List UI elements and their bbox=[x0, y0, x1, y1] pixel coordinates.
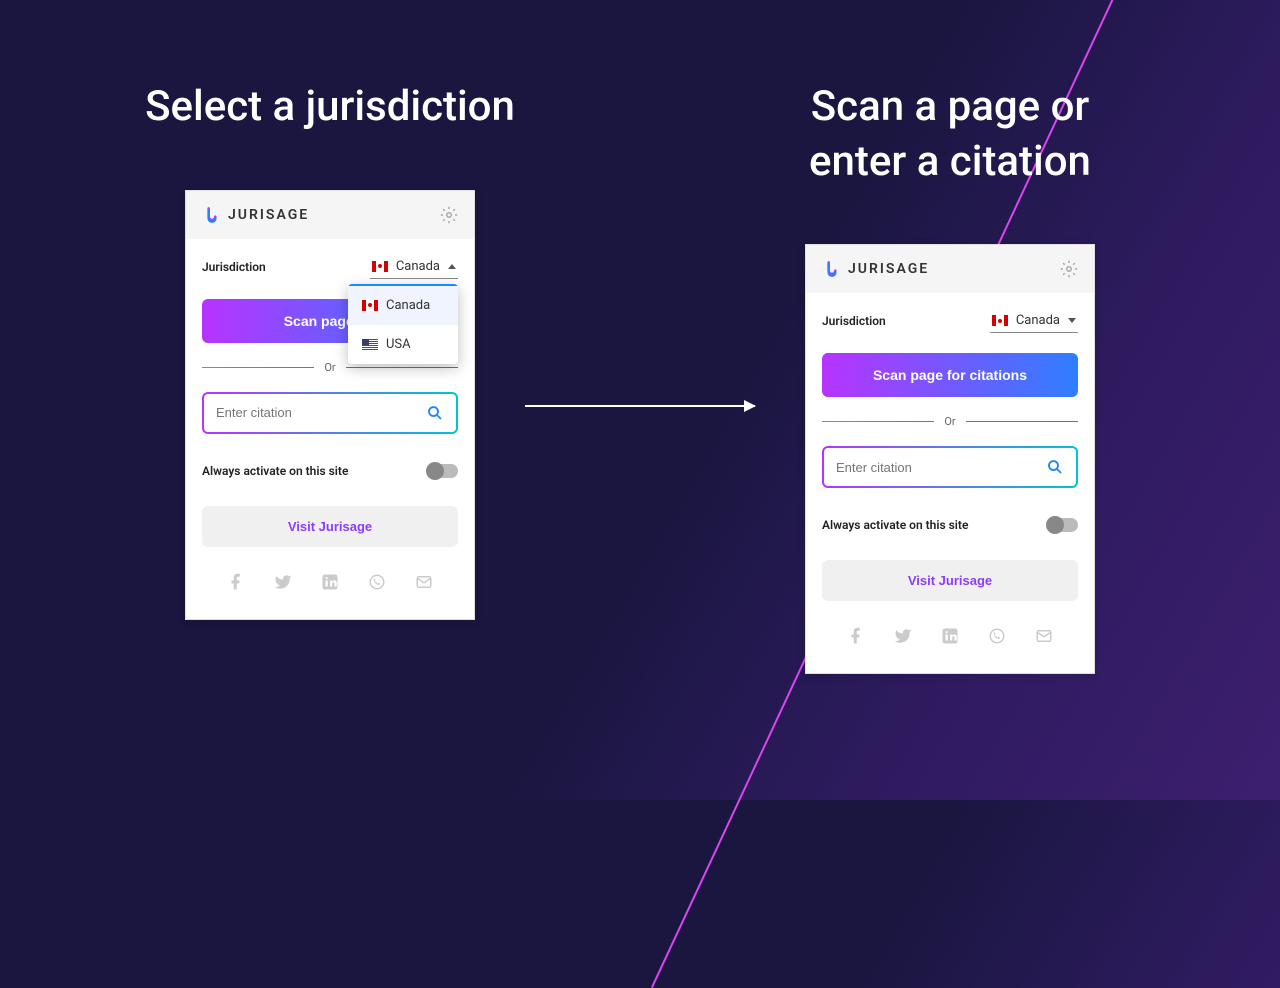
jurisdiction-label: Jurisdiction bbox=[822, 314, 886, 328]
canada-flag-icon bbox=[362, 300, 378, 311]
social-row bbox=[822, 621, 1078, 657]
arrow-icon bbox=[525, 405, 755, 407]
popup-right: JURISAGE Jurisdiction Canada Scan page f… bbox=[805, 244, 1095, 674]
or-label: Or bbox=[324, 361, 335, 374]
always-activate-toggle[interactable] bbox=[1048, 518, 1078, 532]
or-divider: Or bbox=[822, 415, 1078, 428]
jurisdiction-label: Jurisdiction bbox=[202, 260, 266, 274]
facebook-icon[interactable] bbox=[847, 627, 865, 645]
jurisdiction-selected: Canada bbox=[1016, 313, 1060, 328]
dropdown-option-label: USA bbox=[386, 337, 411, 352]
jurisage-logo-icon bbox=[822, 259, 842, 279]
settings-gear-icon[interactable] bbox=[1060, 260, 1078, 278]
left-column: Select a jurisdiction JURISAGE Jurisdict… bbox=[140, 80, 520, 620]
divider-line bbox=[822, 421, 934, 422]
caret-down-icon bbox=[1068, 318, 1076, 323]
right-heading: Scan a page or enter a citation bbox=[760, 80, 1140, 189]
citation-input[interactable] bbox=[836, 460, 1046, 475]
twitter-icon[interactable] bbox=[894, 627, 912, 645]
brand-name: JURISAGE bbox=[228, 207, 309, 223]
scan-page-button[interactable]: Scan page for citations bbox=[822, 353, 1078, 397]
visit-jurisage-button[interactable]: Visit Jurisage bbox=[822, 560, 1078, 601]
divider-line bbox=[202, 367, 314, 368]
citation-input[interactable] bbox=[216, 405, 426, 420]
divider-line bbox=[346, 367, 458, 368]
jurisage-logo-icon bbox=[202, 205, 222, 225]
brand-logo: JURISAGE bbox=[202, 205, 309, 225]
popup-header: JURISAGE bbox=[186, 191, 474, 239]
always-activate-toggle[interactable] bbox=[428, 464, 458, 478]
facebook-icon[interactable] bbox=[227, 573, 245, 591]
search-icon[interactable] bbox=[426, 404, 444, 422]
email-icon[interactable] bbox=[415, 573, 433, 591]
brand-logo: JURISAGE bbox=[822, 259, 929, 279]
canada-flag-icon bbox=[372, 261, 388, 272]
visit-jurisage-button[interactable]: Visit Jurisage bbox=[202, 506, 458, 547]
jurisdiction-dropdown[interactable]: Canada bbox=[370, 255, 458, 279]
linkedin-icon[interactable] bbox=[321, 573, 339, 591]
email-icon[interactable] bbox=[1035, 627, 1053, 645]
popup-header: JURISAGE bbox=[806, 245, 1094, 293]
dropdown-option-usa[interactable]: USA bbox=[348, 325, 458, 364]
jurisdiction-dropdown-menu: Canada USA bbox=[348, 284, 458, 364]
jurisdiction-dropdown[interactable]: Canada bbox=[990, 309, 1078, 333]
settings-gear-icon[interactable] bbox=[440, 206, 458, 224]
linkedin-icon[interactable] bbox=[941, 627, 959, 645]
left-heading: Select a jurisdiction bbox=[145, 80, 515, 135]
usa-flag-icon bbox=[362, 339, 378, 350]
social-row bbox=[202, 567, 458, 603]
caret-up-icon bbox=[448, 264, 456, 269]
dropdown-option-label: Canada bbox=[386, 298, 430, 313]
always-activate-label: Always activate on this site bbox=[202, 464, 348, 478]
dropdown-option-canada[interactable]: Canada bbox=[348, 284, 458, 325]
jurisdiction-selected: Canada bbox=[396, 259, 440, 274]
always-activate-label: Always activate on this site bbox=[822, 518, 968, 532]
whatsapp-icon[interactable] bbox=[368, 573, 386, 591]
search-icon[interactable] bbox=[1046, 458, 1064, 476]
canada-flag-icon bbox=[992, 315, 1008, 326]
whatsapp-icon[interactable] bbox=[988, 627, 1006, 645]
citation-input-wrap bbox=[822, 446, 1078, 488]
divider-line bbox=[966, 421, 1078, 422]
or-label: Or bbox=[944, 415, 955, 428]
popup-left: JURISAGE Jurisdiction Canada Cana bbox=[185, 190, 475, 620]
brand-name: JURISAGE bbox=[848, 261, 929, 277]
twitter-icon[interactable] bbox=[274, 573, 292, 591]
citation-input-wrap bbox=[202, 392, 458, 434]
right-column: Scan a page or enter a citation JURISAGE… bbox=[760, 80, 1140, 674]
